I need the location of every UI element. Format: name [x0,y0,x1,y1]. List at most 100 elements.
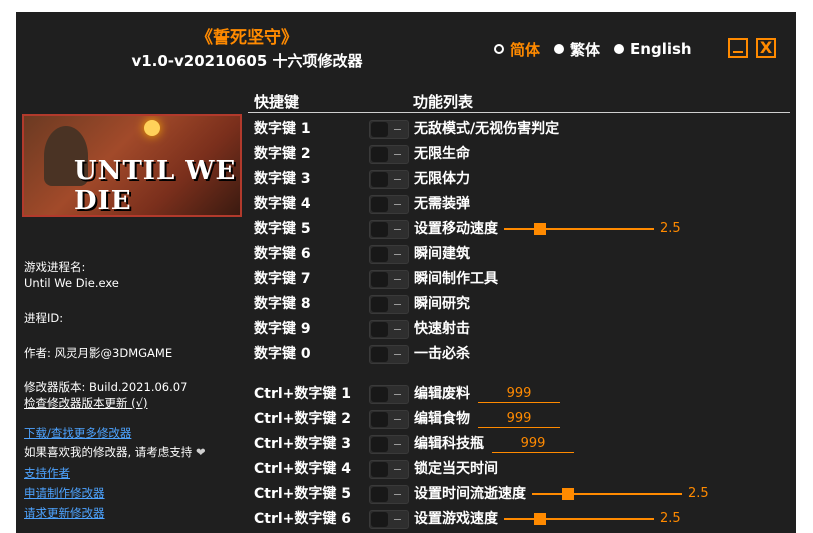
cheat-toggle[interactable] [369,245,409,264]
header-divider [248,112,790,113]
close-button[interactable]: X [756,38,776,58]
value-slider[interactable] [532,488,682,500]
trainer-version: 修改器版本: Build.2021.06.07 [24,380,188,394]
function-label: 无限生命 [414,146,470,162]
cheat-toggle[interactable] [369,385,409,404]
toggle-knob [371,122,388,137]
cheat-toggle[interactable] [369,485,409,504]
toggle-off-indicator [394,394,401,395]
process-name-label: 游戏进程名: [24,260,86,274]
function-label: 无限体力 [414,171,470,187]
value-input[interactable]: 999 [478,384,560,403]
toggle-knob [371,412,388,427]
hotkey-label: 数字键 5 [254,221,311,237]
lang-simplified[interactable]: 简体 [494,39,540,60]
cheat-toggle[interactable] [369,170,409,189]
toggle-knob [371,197,388,212]
author: 作者: 风灵月影@3DMGAME [24,346,173,360]
request-trainer-link[interactable]: 申请制作修改器 [24,485,105,501]
trainer-window: 《誓死坚守》 v1.0-v20210605 十六项修改器 简体 繁体 Engli… [16,12,796,533]
radio-unselected-icon [554,44,565,54]
title-block: 《誓死坚守》 v1.0-v20210605 十六项修改器 [112,26,382,72]
value-input[interactable]: 999 [492,434,574,453]
slider-thumb[interactable] [534,223,546,235]
cheat-toggle[interactable] [369,295,409,314]
hotkey-label: 数字键 1 [254,121,311,137]
cheat-toggle[interactable] [369,220,409,239]
cheat-row: 数字键 6 瞬间建筑 [254,242,794,266]
value-slider[interactable] [504,223,654,235]
hotkey-header: 快捷键 [254,93,300,111]
toggle-knob [371,272,388,287]
hotkey-label: 数字键 4 [254,196,311,212]
slider-thumb[interactable] [534,513,546,525]
function-label: 编辑科技瓶 [414,436,484,452]
support-author-link[interactable]: 支持作者 [24,465,70,481]
function-label: 设置游戏速度 [414,511,498,527]
game-cover-image: UNTIL WE DIE [22,114,242,217]
lang-english[interactable]: English [614,40,692,58]
lang-traditional[interactable]: 繁体 [554,39,600,60]
hotkey-label: 数字键 3 [254,171,311,187]
function-label: 锁定当天时间 [414,461,498,477]
toggle-knob [371,147,388,162]
toggle-off-indicator [394,519,401,520]
cheat-toggle[interactable] [369,510,409,529]
cheat-toggle[interactable] [369,460,409,479]
language-selector: 简体 繁体 English [494,38,706,60]
check-update-link[interactable]: 检查修改器版本更新 (√) [24,395,147,411]
toggle-off-indicator [394,254,401,255]
value-slider[interactable] [504,513,654,525]
cheat-toggle[interactable] [369,145,409,164]
hotkey-label: 数字键 9 [254,321,311,337]
cheat-toggle[interactable] [369,435,409,454]
lang-label: 简体 [510,40,541,59]
request-update-link[interactable]: 请求更新修改器 [24,505,105,521]
function-label: 一击必杀 [414,346,470,362]
function-label: 编辑食物 [414,411,470,427]
game-logo: UNTIL WE DIE [74,156,237,216]
hotkey-label: Ctrl+数字键 6 [254,511,352,527]
toggle-knob [371,172,388,187]
toggle-off-indicator [394,179,401,180]
hotkey-label: Ctrl+数字键 1 [254,386,352,402]
function-label: 瞬间建筑 [414,246,470,262]
minimize-button[interactable] [728,38,748,58]
hotkey-label: 数字键 2 [254,146,311,162]
slider-thumb[interactable] [562,488,574,500]
toggle-knob [371,437,388,452]
value-input[interactable]: 999 [478,409,560,428]
toggle-off-indicator [394,419,401,420]
hotkey-label: 数字键 7 [254,271,311,287]
toggle-knob [371,222,388,237]
process-name: Until We Die.exe [24,276,119,290]
toggle-off-indicator [394,494,401,495]
cheat-row: Ctrl+数字键 2 编辑食物 999 [254,407,794,431]
download-more-link[interactable]: 下载/查找更多修改器 [24,425,131,441]
muzzle-flash [144,120,160,136]
cheat-row: 数字键 8 瞬间研究 [254,292,794,316]
cheat-toggle[interactable] [369,120,409,139]
slider-value: 2.5 [660,511,681,526]
toggle-knob [371,347,388,362]
cheat-row: 数字键 1 无敌模式/无视伤害判定 [254,117,794,141]
cheat-toggle[interactable] [369,270,409,289]
hotkey-label: 数字键 6 [254,246,311,262]
toggle-knob [371,322,388,337]
toggle-off-indicator [394,129,401,130]
support-prompt: 如果喜欢我的修改器, 请考虑支持 ❤ [24,444,206,460]
game-title: 《誓死坚守》 [196,28,298,48]
function-label: 设置时间流逝速度 [414,486,526,502]
toggle-knob [371,487,388,502]
toggle-knob [371,247,388,262]
lang-label: English [630,40,692,58]
function-header: 功能列表 [413,93,474,111]
toggle-knob [371,387,388,402]
cheat-toggle[interactable] [369,320,409,339]
toggle-off-indicator [394,469,401,470]
hotkey-label: Ctrl+数字键 5 [254,486,352,502]
cheat-row: Ctrl+数字键 1 编辑废料 999 [254,382,794,406]
cheat-toggle[interactable] [369,195,409,214]
cheat-toggle[interactable] [369,410,409,429]
cheat-toggle[interactable] [369,345,409,364]
